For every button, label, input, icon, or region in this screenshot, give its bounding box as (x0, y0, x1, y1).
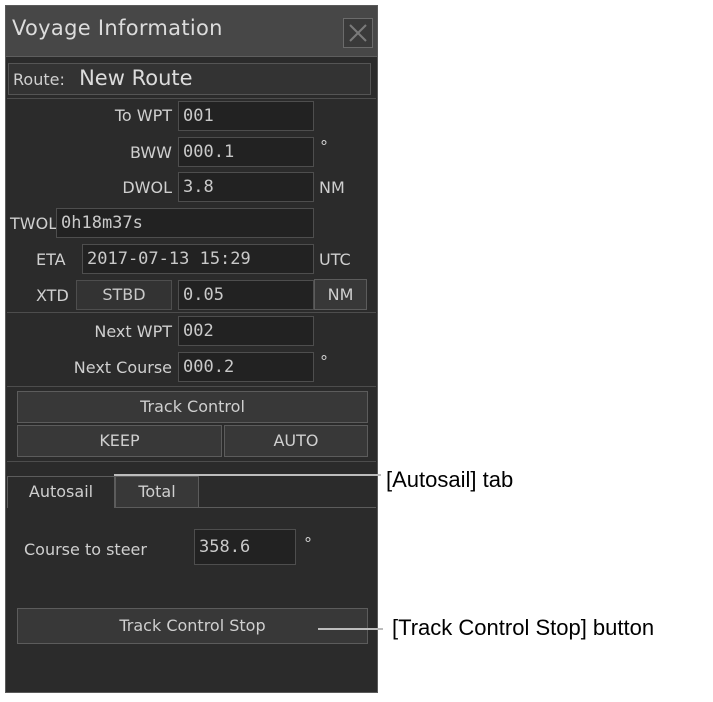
close-icon (349, 24, 367, 42)
course-to-steer-value: 358.6 (194, 529, 296, 565)
to-wpt-value: 001 (178, 101, 314, 131)
divider (7, 312, 376, 313)
eta-label: ETA (36, 250, 66, 269)
route-name: New Route (79, 66, 193, 90)
bww-value: 000.1 (178, 137, 314, 167)
twol-label: TWOL (10, 214, 58, 233)
route-box: Route: New Route (8, 63, 371, 95)
eta-unit: UTC (319, 250, 351, 269)
twol-value: 0h18m37s (56, 208, 314, 238)
autosail-tab-callout-line (114, 474, 381, 476)
xtd-value: 0.05 (178, 280, 314, 310)
dwol-value: 3.8 (178, 172, 314, 202)
track-control-button[interactable]: Track Control (17, 391, 368, 423)
xtd-unit-button[interactable]: NM (314, 279, 367, 310)
route-label: Route: (13, 70, 65, 89)
stop-button-annotation: [Track Control Stop] button (392, 615, 655, 640)
track-control-stop-button[interactable]: Track Control Stop (17, 608, 368, 644)
close-button[interactable] (343, 18, 373, 48)
autosail-tab-annotation: [Autosail] tab (386, 467, 514, 492)
title-bar: Voyage Information (6, 6, 377, 57)
voyage-information-panel: Voyage Information Route: New Route To W… (5, 5, 378, 693)
next-course-label: Next Course (73, 358, 172, 377)
to-wpt-label: To WPT (114, 106, 172, 125)
eta-value: 2017-07-13 15:29 (82, 244, 314, 274)
tab-total[interactable]: Total (115, 476, 199, 508)
auto-button[interactable]: AUTO (224, 425, 368, 457)
next-course-unit: ° (320, 352, 328, 371)
stop-button-callout-line (318, 628, 383, 630)
next-wpt-value: 002 (178, 316, 314, 346)
xtd-label: XTD (36, 286, 69, 305)
tab-baseline (199, 507, 376, 508)
keep-button[interactable]: KEEP (17, 425, 222, 457)
bww-label: BWW (129, 143, 172, 162)
course-to-steer-label: Course to steer (24, 540, 147, 559)
divider (7, 386, 376, 387)
xtd-side-indicator: STBD (76, 280, 172, 310)
tab-autosail[interactable]: Autosail (7, 476, 115, 508)
dwol-unit: NM (319, 178, 345, 197)
next-course-value: 000.2 (178, 352, 314, 382)
divider (7, 461, 376, 462)
next-wpt-label: Next WPT (94, 322, 172, 341)
bww-unit: ° (320, 137, 328, 156)
window-title: Voyage Information (12, 16, 223, 40)
course-to-steer-unit: ° (304, 534, 312, 553)
dwol-label: DWOL (122, 178, 172, 197)
divider (7, 98, 376, 99)
